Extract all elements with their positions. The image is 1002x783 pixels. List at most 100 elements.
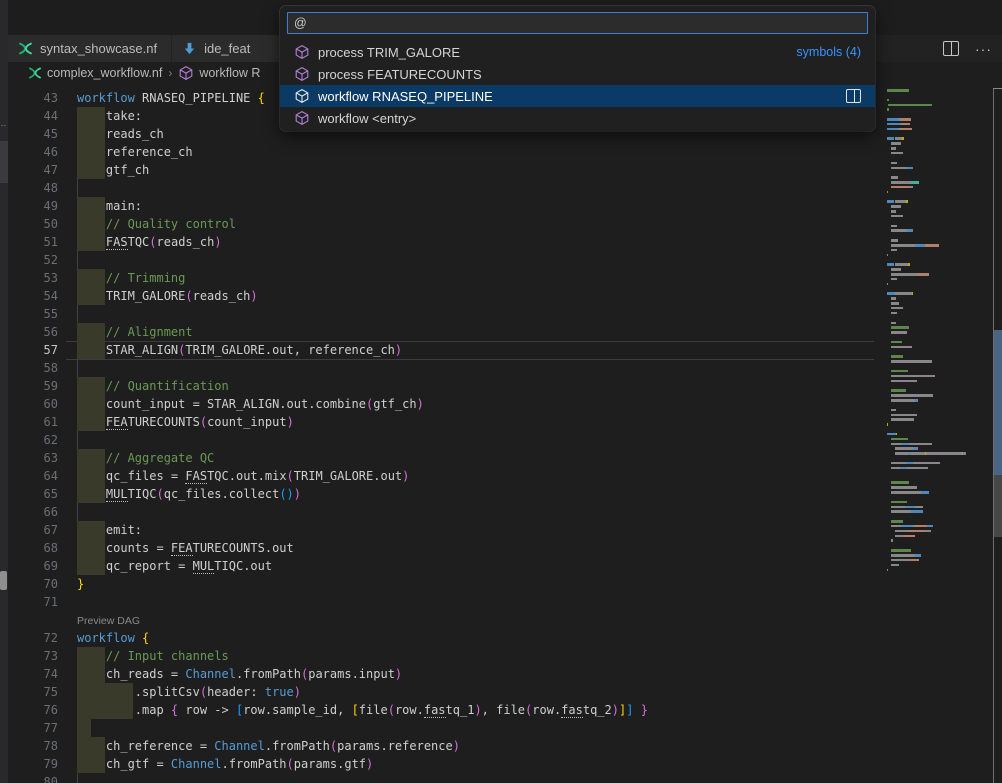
line-number[interactable]: 46 bbox=[8, 143, 58, 161]
code-line[interactable]: 52 bbox=[8, 251, 888, 269]
code-line[interactable]: 60 count_input = STAR_ALIGN.out.combine(… bbox=[8, 395, 888, 413]
code-line[interactable]: 48 bbox=[8, 179, 888, 197]
more-actions-icon[interactable]: ··· bbox=[975, 44, 992, 54]
symbol-class-icon bbox=[294, 88, 310, 104]
code-line[interactable]: 53 // Trimming bbox=[8, 269, 888, 287]
quick-open-item[interactable]: workflow RNASEQ_PIPELINE bbox=[280, 85, 875, 107]
line-number[interactable]: 67 bbox=[8, 521, 58, 539]
left-strip-scroll-thumb[interactable] bbox=[0, 571, 7, 590]
code-line[interactable]: 51 FASTQC(reads_ch) bbox=[8, 233, 888, 251]
code-line[interactable]: 66 bbox=[8, 503, 888, 521]
code-line[interactable]: 57 STAR_ALIGN(TRIM_GALORE.out, reference… bbox=[8, 341, 888, 359]
code-line[interactable]: 76 .map { row -> [row.sample_id, [file(r… bbox=[8, 701, 888, 719]
code-line[interactable]: 65 MULTIQC(qc_files.collect()) bbox=[8, 485, 888, 503]
symbol-class-icon bbox=[178, 65, 194, 81]
line-number[interactable]: 70 bbox=[8, 575, 58, 593]
quick-open-item-label: process FEATURECOUNTS bbox=[318, 67, 482, 82]
code-line[interactable]: 58 bbox=[8, 359, 888, 377]
line-number[interactable]: 74 bbox=[8, 665, 58, 683]
code-lines[interactable]: 43workflow RNASEQ_PIPELINE {44 take:45 r… bbox=[8, 89, 888, 783]
code-lens-preview-dag[interactable]: Preview DAG bbox=[8, 611, 888, 629]
code-line[interactable]: 47 gtf_ch bbox=[8, 161, 888, 179]
code-line[interactable]: 71 bbox=[8, 593, 888, 611]
line-number[interactable]: 44 bbox=[8, 107, 58, 125]
open-to-side-icon[interactable] bbox=[846, 89, 861, 103]
breadcrumb-file[interactable]: complex_workflow.nf bbox=[47, 66, 162, 80]
line-number[interactable]: 45 bbox=[8, 125, 58, 143]
line-number[interactable]: 55 bbox=[8, 305, 58, 323]
quick-open-item[interactable]: workflow <entry> bbox=[280, 107, 875, 129]
quick-open-item[interactable]: process TRIM_GALOREsymbols (4) bbox=[280, 41, 875, 63]
quick-open-item-label: workflow <entry> bbox=[318, 111, 416, 126]
code-line[interactable]: 62 bbox=[8, 431, 888, 449]
code-line[interactable]: 49 main: bbox=[8, 197, 888, 215]
line-number[interactable]: 71 bbox=[8, 593, 58, 611]
left-strip-block bbox=[0, 141, 8, 183]
line-number[interactable]: 78 bbox=[8, 737, 58, 755]
minimap[interactable] bbox=[878, 88, 992, 648]
tab-syntax-showcase[interactable]: syntax_showcase.nf bbox=[8, 35, 171, 62]
split-editor-icon[interactable] bbox=[943, 41, 959, 56]
line-number[interactable]: 50 bbox=[8, 215, 58, 233]
line-number[interactable]: 53 bbox=[8, 269, 58, 287]
nextflow-icon bbox=[28, 66, 42, 80]
quick-open-list: process TRIM_GALOREsymbols (4) process FE… bbox=[280, 41, 875, 129]
line-number[interactable]: 75 bbox=[8, 683, 58, 701]
line-number[interactable]: 51 bbox=[8, 233, 58, 251]
code-line[interactable]: 79 ch_gtf = Channel.fromPath(params.gtf) bbox=[8, 755, 888, 773]
line-number[interactable]: 66 bbox=[8, 503, 58, 521]
code-line[interactable]: 68 counts = FEATURECOUNTS.out bbox=[8, 539, 888, 557]
line-number[interactable]: 58 bbox=[8, 359, 58, 377]
line-number[interactable]: 64 bbox=[8, 467, 58, 485]
code-line[interactable]: 59 // Quantification bbox=[8, 377, 888, 395]
line-number[interactable]: 80 bbox=[8, 773, 58, 783]
code-line[interactable]: 54 TRIM_GALORE(reads_ch) bbox=[8, 287, 888, 305]
code-line[interactable]: 72workflow { bbox=[8, 629, 888, 647]
code-line[interactable]: 75 .splitCsv(header: true) bbox=[8, 683, 888, 701]
line-number[interactable]: 52 bbox=[8, 251, 58, 269]
line-number[interactable]: 43 bbox=[8, 89, 58, 107]
line-number[interactable]: 63 bbox=[8, 449, 58, 467]
code-line[interactable]: 77 bbox=[8, 719, 888, 737]
tab-ide-features[interactable]: ide_feat bbox=[172, 35, 292, 62]
line-number[interactable]: 57 bbox=[8, 341, 58, 359]
line-number[interactable]: 49 bbox=[8, 197, 58, 215]
line-number[interactable]: 76 bbox=[8, 701, 58, 719]
line-number[interactable]: 47 bbox=[8, 161, 58, 179]
line-number[interactable]: 54 bbox=[8, 287, 58, 305]
code-line[interactable]: 80 bbox=[8, 773, 888, 783]
code-line[interactable]: 73 // Input channels bbox=[8, 647, 888, 665]
code-line[interactable]: 56 // Alignment bbox=[8, 323, 888, 341]
line-number[interactable]: 61 bbox=[8, 413, 58, 431]
code-line[interactable]: 70} bbox=[8, 575, 888, 593]
code-line[interactable]: 78 ch_reference = Channel.fromPath(param… bbox=[8, 737, 888, 755]
scrollbar-block[interactable] bbox=[994, 475, 1002, 537]
line-number[interactable]: 65 bbox=[8, 485, 58, 503]
code-line[interactable]: 55 bbox=[8, 305, 888, 323]
quick-open-input[interactable] bbox=[287, 12, 868, 34]
line-number[interactable]: 60 bbox=[8, 395, 58, 413]
code-line[interactable]: 61 FEATURECOUNTS(count_input) bbox=[8, 413, 888, 431]
quick-open-item[interactable]: process FEATURECOUNTS bbox=[280, 63, 875, 85]
line-number[interactable]: 56 bbox=[8, 323, 58, 341]
code-line[interactable]: 67 emit: bbox=[8, 521, 888, 539]
code-line[interactable]: 74 ch_reads = Channel.fromPath(params.in… bbox=[8, 665, 888, 683]
scrollbar-thumb[interactable] bbox=[994, 330, 1002, 475]
code-editor[interactable]: 43workflow RNASEQ_PIPELINE {44 take:45 r… bbox=[8, 84, 1002, 783]
code-line[interactable]: 46 reference_ch bbox=[8, 143, 888, 161]
line-number[interactable]: 48 bbox=[8, 179, 58, 197]
code-line[interactable]: 64 qc_files = FASTQC.out.mix(TRIM_GALORE… bbox=[8, 467, 888, 485]
line-number[interactable]: 62 bbox=[8, 431, 58, 449]
line-number[interactable]: 77 bbox=[8, 719, 58, 737]
line-number[interactable]: 72 bbox=[8, 629, 58, 647]
code-line[interactable]: 63 // Aggregate QC bbox=[8, 449, 888, 467]
line-number[interactable]: 73 bbox=[8, 647, 58, 665]
line-number[interactable]: 69 bbox=[8, 557, 58, 575]
code-line[interactable]: 69 qc_report = MULTIQC.out bbox=[8, 557, 888, 575]
code-line[interactable]: 50 // Quality control bbox=[8, 215, 888, 233]
line-number[interactable]: 68 bbox=[8, 539, 58, 557]
line-number[interactable]: 79 bbox=[8, 755, 58, 773]
breadcrumb-symbol[interactable]: workflow R bbox=[199, 66, 260, 80]
symbol-class-icon bbox=[294, 110, 310, 126]
line-number[interactable]: 59 bbox=[8, 377, 58, 395]
